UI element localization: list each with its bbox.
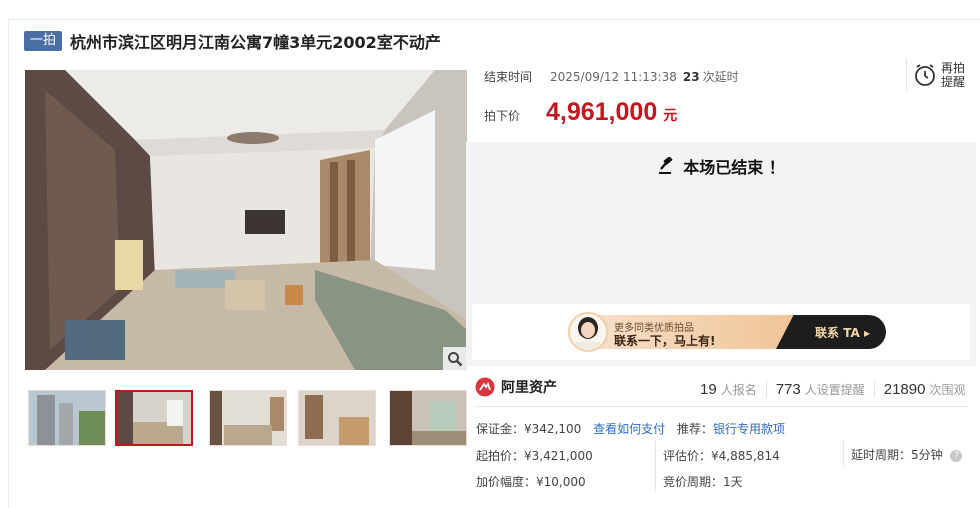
detail-divider-2: [843, 441, 844, 466]
stat-views-label: 次围观: [929, 382, 966, 397]
bid-increment: 加价幅度：¥10,000: [476, 475, 586, 489]
stat-reminders: 773 人设置提醒: [765, 380, 874, 398]
ended-text: 本场已结束 ！: [683, 158, 785, 177]
thumbnail-strip: [25, 390, 467, 446]
remind-line-2: 提醒: [941, 75, 966, 89]
delay-period-row: 延时周期：5分钟 ?: [851, 446, 963, 463]
deposit-value: 保证金：¥342,100: [476, 422, 582, 436]
stat-views-count: 21890: [883, 380, 926, 398]
stat-registrations-label: 人报名: [720, 382, 757, 397]
contact-cta-label: 联系 TA: [815, 326, 860, 340]
delay-count: 23: [682, 69, 700, 84]
contact-banner[interactable]: 联系 TA ▸ 更多同类优质拍品 联系一下，马上有!: [472, 304, 970, 360]
end-time-value: 2025/09/12 11:13:38: [550, 69, 677, 84]
stat-reminders-count: 773: [775, 380, 801, 398]
how-to-pay-link[interactable]: 查看如何支付: [593, 422, 665, 436]
listing-title: 杭州市滨江区明月江南公寓7幢3单元2002室不动产: [70, 33, 441, 52]
deposit-row: 保证金：¥342,100 查看如何支付 推荐：银行专用款项: [476, 420, 785, 437]
price-unit: 元: [663, 108, 678, 124]
stat-registrations: 19 人报名: [700, 381, 766, 398]
auction-ended-notice: 本场已结束 ！: [466, 154, 976, 178]
thumbnail-3[interactable]: [209, 390, 287, 446]
remind-line-1: 再拍: [941, 61, 966, 75]
main-photo[interactable]: [25, 70, 467, 370]
brand-name: 阿里资产: [501, 380, 557, 396]
agent-avatar: [568, 312, 608, 352]
brand: 阿里资产: [475, 377, 557, 397]
final-price: 4,961,000: [546, 98, 658, 126]
stats-row: 19 人报名 773 人设置提醒 21890 次围观: [700, 378, 974, 400]
title-row: 一拍 杭州市滨江区明月江南公寓7幢3单元2002室不动产: [24, 30, 441, 52]
gavel-icon: [659, 157, 673, 174]
ali-asset-logo-icon: [475, 377, 495, 397]
zoom-icon: [448, 351, 463, 366]
assess-price: 评估价：¥4,885,814: [663, 449, 780, 463]
end-time-row: 结束时间 2025/09/12 11:13:38 23 次延时: [484, 68, 739, 85]
stat-views: 21890 次围观: [873, 380, 975, 398]
stat-reminders-label: 人设置提醒: [804, 382, 865, 397]
recommend-link[interactable]: 银行专用款项: [713, 422, 785, 436]
round-tag: 一拍: [24, 31, 63, 51]
start-price: 起拍价：¥3,421,000: [476, 449, 593, 463]
play-arrow-icon: ▸: [863, 326, 870, 340]
banner-main-text: 联系一下，马上有!: [614, 334, 716, 348]
delay-text: 次延时: [702, 70, 739, 84]
thumbnail-2[interactable]: [115, 390, 193, 446]
price-row: 拍下价 4,961,000 元: [484, 98, 677, 127]
thumbnail-1[interactable]: [28, 390, 106, 446]
end-time-label: 结束时间: [484, 70, 533, 84]
delay-period: 延时周期：5分钟: [851, 448, 943, 462]
bid-period: 竞价周期：1天: [663, 475, 743, 489]
contact-cta[interactable]: 联系 TA ▸: [815, 324, 870, 341]
zoom-button[interactable]: [443, 347, 467, 370]
stat-registrations-count: 19: [700, 380, 717, 398]
thumbnail-4[interactable]: [298, 390, 376, 446]
help-icon[interactable]: ?: [950, 449, 963, 462]
recommend-label: 推荐：: [676, 422, 713, 436]
alarm-clock-icon: [915, 64, 935, 86]
divider: [475, 406, 968, 407]
detail-divider-1: [655, 441, 656, 491]
price-label: 拍下价: [484, 109, 521, 123]
relist-remind-button[interactable]: 再拍 提醒: [906, 58, 972, 92]
thumbnail-5[interactable]: [389, 390, 467, 446]
